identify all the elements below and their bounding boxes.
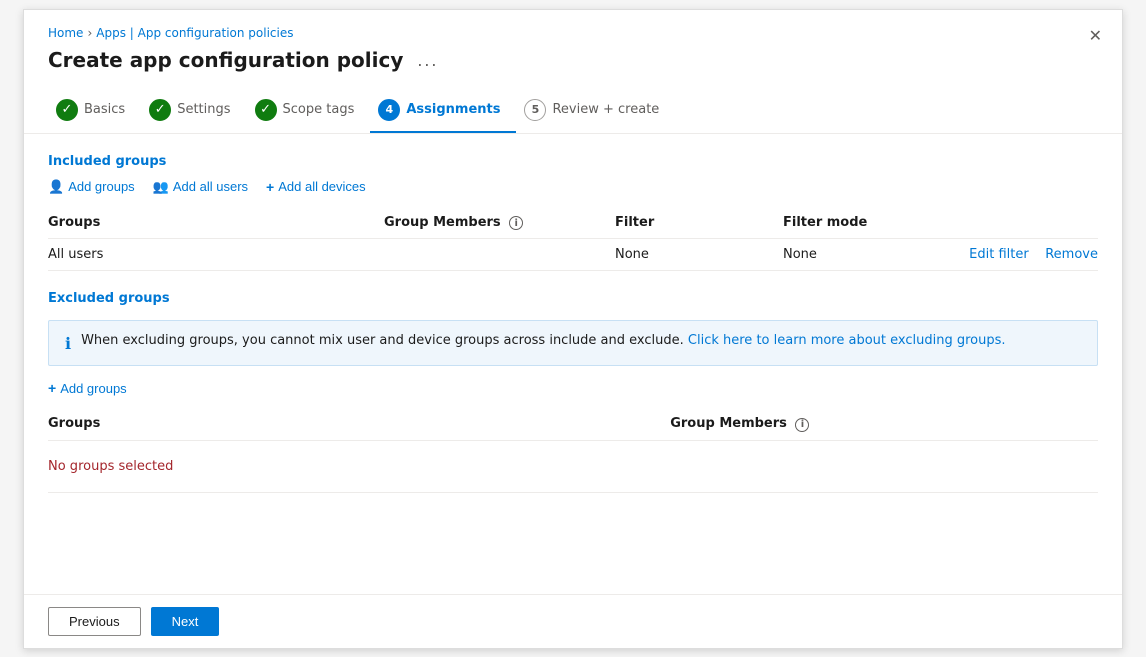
included-groups-title: Included groups bbox=[48, 154, 1098, 169]
modal-footer: Previous Next bbox=[24, 594, 1122, 648]
table-row: All users None None Edit filter Remove bbox=[48, 239, 1098, 271]
excluded-add-groups-plus-icon: + bbox=[48, 380, 56, 396]
excluded-empty-row: No groups selected bbox=[48, 440, 1098, 492]
add-groups-person-icon: 👤 bbox=[48, 179, 64, 195]
step-basics[interactable]: ✓ Basics bbox=[48, 89, 141, 133]
add-all-devices-button[interactable]: + Add all devices bbox=[266, 179, 366, 195]
add-all-devices-plus-icon: + bbox=[266, 179, 274, 195]
col-actions-header bbox=[951, 209, 1098, 239]
modal-header: Home › Apps | App configuration policies… bbox=[24, 10, 1122, 134]
step-reviewcreate[interactable]: 5 Review + create bbox=[516, 89, 675, 133]
step-assignments-label: Assignments bbox=[406, 102, 500, 117]
row-filter: None bbox=[615, 239, 783, 271]
step-settings-label: Settings bbox=[177, 102, 230, 117]
excluded-groups-title: Excluded groups bbox=[48, 291, 1098, 306]
remove-link[interactable]: Remove bbox=[1045, 247, 1098, 262]
step-scopetags-label: Scope tags bbox=[283, 102, 355, 117]
row-actions: Edit filter Remove bbox=[951, 239, 1098, 271]
breadcrumb: Home › Apps | App configuration policies bbox=[48, 26, 1098, 40]
breadcrumb-sep1: › bbox=[87, 26, 92, 40]
step-basics-label: Basics bbox=[84, 102, 125, 117]
step-assignments-num: 4 bbox=[378, 99, 400, 121]
add-all-users-label: Add all users bbox=[173, 179, 248, 194]
step-assignments[interactable]: 4 Assignments bbox=[370, 89, 516, 133]
excluded-add-groups-label: Add groups bbox=[60, 381, 127, 396]
step-reviewcreate-label: Review + create bbox=[552, 102, 659, 117]
excl-group-members-info-icon[interactable]: i bbox=[795, 418, 809, 432]
excluded-groups-info-box: ℹ When excluding groups, you cannot mix … bbox=[48, 320, 1098, 366]
no-groups-text: No groups selected bbox=[48, 440, 1098, 492]
step-settings[interactable]: ✓ Settings bbox=[141, 89, 246, 133]
col-members-header: Group Members i bbox=[384, 209, 615, 239]
add-all-users-button[interactable]: 👥 Add all users bbox=[153, 179, 248, 195]
modal-body: Included groups 👤 Add groups 👥 Add all u… bbox=[24, 134, 1122, 594]
learn-more-link[interactable]: Click here to learn more about excluding… bbox=[688, 333, 1006, 348]
more-options-button[interactable]: ... bbox=[411, 48, 444, 73]
step-basics-icon: ✓ bbox=[56, 99, 78, 121]
add-groups-button[interactable]: 👤 Add groups bbox=[48, 179, 135, 195]
step-scopetags[interactable]: ✓ Scope tags bbox=[247, 89, 371, 133]
row-group-name: All users bbox=[48, 239, 384, 271]
col-filtermode-header: Filter mode bbox=[783, 209, 951, 239]
included-groups-actions: 👤 Add groups 👥 Add all users + Add all d… bbox=[48, 179, 1098, 195]
info-box-icon: ℹ bbox=[65, 334, 71, 353]
info-box-text: When excluding groups, you cannot mix us… bbox=[81, 333, 1005, 348]
row-filtermode: None bbox=[783, 239, 951, 271]
step-scopetags-icon: ✓ bbox=[255, 99, 277, 121]
excluded-add-groups-button[interactable]: + Add groups bbox=[48, 380, 127, 396]
excl-col-members-header: Group Members i bbox=[670, 410, 1098, 440]
group-members-info-icon[interactable]: i bbox=[509, 216, 523, 230]
add-all-devices-label: Add all devices bbox=[278, 179, 365, 194]
included-groups-table: Groups Group Members i Filter Filter mod… bbox=[48, 209, 1098, 272]
edit-filter-link[interactable]: Edit filter bbox=[969, 247, 1029, 262]
step-reviewcreate-num: 5 bbox=[524, 99, 546, 121]
next-button[interactable]: Next bbox=[151, 607, 220, 636]
step-settings-icon: ✓ bbox=[149, 99, 171, 121]
excluded-groups-table: Groups Group Members i No groups selecte… bbox=[48, 410, 1098, 493]
title-row: Create app configuration policy ... bbox=[48, 48, 1098, 73]
excl-col-groups-header: Groups bbox=[48, 410, 670, 440]
add-all-users-people-icon: 👥 bbox=[153, 179, 169, 195]
steps-nav: ✓ Basics ✓ Settings ✓ Scope tags 4 Assig… bbox=[48, 89, 1098, 133]
row-members bbox=[384, 239, 615, 271]
breadcrumb-home[interactable]: Home bbox=[48, 26, 83, 40]
col-groups-header: Groups bbox=[48, 209, 384, 239]
close-button[interactable]: ✕ bbox=[1089, 26, 1102, 46]
col-filter-header: Filter bbox=[615, 209, 783, 239]
add-groups-label: Add groups bbox=[68, 179, 135, 194]
modal-container: Home › Apps | App configuration policies… bbox=[23, 9, 1123, 649]
previous-button[interactable]: Previous bbox=[48, 607, 141, 636]
breadcrumb-apps[interactable]: Apps | App configuration policies bbox=[96, 26, 293, 40]
page-title: Create app configuration policy bbox=[48, 48, 403, 72]
